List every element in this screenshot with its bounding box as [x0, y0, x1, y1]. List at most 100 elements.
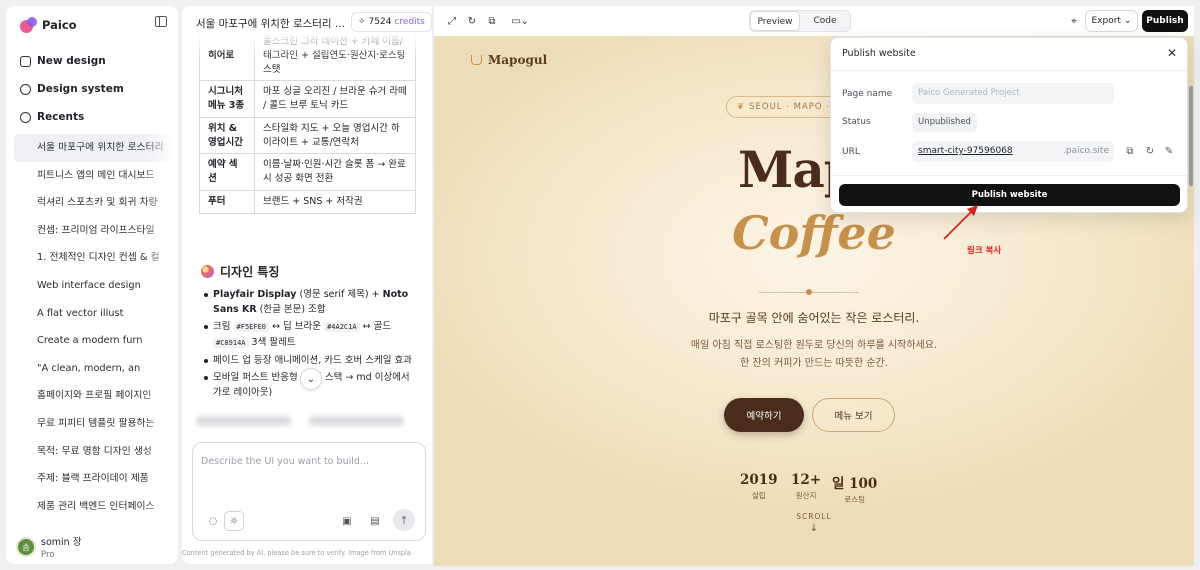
- table-cell-value: 이름·날짜·인원·시간 슬롯 폼 → 완료 시 성공 화면 전환: [254, 153, 416, 191]
- palette-emoji-icon: [201, 265, 214, 278]
- credits-badge[interactable]: ✧ 7524 credits: [351, 12, 432, 32]
- prompt-input[interactable]: Describe the UI you want to build... ◌ ☼…: [192, 442, 426, 541]
- design-system-label: Design system: [37, 83, 124, 95]
- recent-item[interactable]: A flat vector illust: [14, 300, 176, 328]
- divider-ornament: [759, 289, 859, 295]
- preview-scrollbar[interactable]: [1188, 80, 1194, 566]
- feature-table: 히어로 풀스크린 그라 데이션 + 카페 이름/태그라인 + 설립연도·원산지·로…: [199, 29, 416, 214]
- recent-item[interactable]: 피트니스 앱의 메인 대시보드: [14, 162, 176, 190]
- mode-toggle-icon[interactable]: ◌: [203, 511, 223, 531]
- dialog-title: Publish website: [842, 48, 916, 59]
- publish-website-button[interactable]: Publish website: [839, 184, 1180, 206]
- table-cell-key: 예약 섹션: [199, 153, 255, 191]
- hero-description: 매일 아침 직접 로스팅한 원두로 당신의 하루를 시작하세요. 한 잔의 커피…: [434, 337, 1194, 373]
- table-cell-value: 스타일화 지도 + 오늘 영업시간 하이라이트 + 교통/연락처: [254, 116, 416, 155]
- sidebar: Paico New design Design system Recents 서…: [6, 6, 178, 564]
- scroll-down-button[interactable]: ⌄: [300, 368, 322, 390]
- open-external-icon[interactable]: ⧉: [486, 15, 498, 27]
- user-profile[interactable]: 솜 somin 장 Pro: [16, 534, 81, 560]
- scrollbar-thumb[interactable]: [1189, 86, 1193, 186]
- stat-value: 2019: [740, 472, 778, 488]
- chat-title: 서울 마포구에 위치한 로스터리 ...: [196, 18, 345, 30]
- recent-item[interactable]: 컨셉: 프리미엄 라이프스타일: [14, 217, 176, 245]
- credits-value: 7524: [368, 17, 392, 27]
- table-cell-value: 브랜드 + SNS + 저작권: [254, 189, 416, 214]
- cursor-select-icon[interactable]: ⌖: [1068, 15, 1080, 27]
- device-select-icon[interactable]: ▭⌄: [510, 15, 530, 27]
- attach-file-icon[interactable]: ▤: [365, 511, 385, 531]
- recents-label: Recents: [37, 111, 85, 123]
- recent-item[interactable]: Create a modern furn: [14, 327, 176, 355]
- table-cell-value: 풀스크린 그라 데이션 + 카페 이름/태그라인 + 설립연도·원산지·로스팅 …: [254, 29, 416, 82]
- design-system-button[interactable]: Design system: [20, 83, 124, 95]
- blurred-content: [196, 416, 421, 430]
- sparkle-icon: ✧: [358, 17, 366, 27]
- view-tabs: Preview Code: [749, 10, 851, 32]
- recent-item[interactable]: 럭셔리 스포츠카 및 회귀 차량: [14, 189, 176, 217]
- bullet-text: 3색 팔레트: [251, 337, 296, 348]
- font-name: Playfair Display: [213, 289, 297, 300]
- chat-panel: 히어로 풀스크린 그라 데이션 + 카페 이름/태그라인 + 설립연도·원산지·로…: [182, 6, 432, 564]
- divider: [831, 70, 1187, 71]
- recent-item[interactable]: 서울 마포구에 위치한 로스터리: [14, 134, 176, 162]
- recent-item[interactable]: "A clean, modern, an: [14, 355, 176, 383]
- recent-item[interactable]: 홈페이지와 프로필 페이지인: [14, 382, 176, 410]
- image-upload-icon[interactable]: ▣: [337, 511, 357, 531]
- recent-item[interactable]: 제품 관리 백엔드 인터페이스: [14, 493, 176, 521]
- recent-item[interactable]: 목적: 무료 명함 디자인 생성: [14, 438, 176, 466]
- bullet-text: (영문 serif 제목) +: [296, 289, 383, 300]
- recents-header: Recents: [20, 111, 84, 123]
- url-field[interactable]: smart-city-97596068 .paico.site: [912, 141, 1114, 162]
- status-badge: Unpublished: [912, 113, 977, 132]
- close-icon[interactable]: ✕: [1167, 46, 1177, 60]
- menu-button[interactable]: 메뉴 보기: [812, 398, 895, 432]
- reserve-button[interactable]: 예약하기: [724, 398, 804, 432]
- page-name-field[interactable]: Paico Generated Project: [912, 83, 1114, 104]
- url-subdomain: smart-city-97596068: [918, 146, 1013, 156]
- paico-logo-icon: [20, 17, 37, 33]
- prompt-placeholder: Describe the UI you want to build...: [201, 456, 369, 467]
- user-plan: Pro: [41, 550, 55, 560]
- status-label: Status: [842, 117, 871, 127]
- annotation-label: 링크 복사: [967, 246, 1002, 256]
- chevron-down-icon: ⌄: [306, 373, 316, 385]
- tab-code[interactable]: Code: [800, 11, 850, 31]
- table-cell-key: 시그니처 메뉴 3종: [199, 80, 255, 118]
- description-line: 매일 아침 직접 로스팅한 원두로 당신의 하루를 시작하세요.: [690, 340, 938, 351]
- lightbulb-icon[interactable]: ☼: [224, 511, 244, 531]
- leaf-icon: ❦: [737, 102, 746, 112]
- edit-icon[interactable]: ✎: [1163, 145, 1175, 157]
- tab-preview[interactable]: Preview: [750, 11, 800, 31]
- edit-icon: [20, 55, 31, 67]
- regenerate-icon[interactable]: ↻: [1144, 145, 1156, 157]
- expand-icon[interactable]: ⤢: [446, 15, 458, 27]
- arrow-up-icon: ↑: [399, 513, 409, 527]
- user-name: somin 장: [41, 537, 82, 548]
- url-domain: .paico.site: [1062, 146, 1109, 156]
- recent-item[interactable]: 주제: 블랙 프라이데이 제품: [14, 465, 176, 493]
- color-code: #C8914A: [213, 338, 249, 348]
- recent-item[interactable]: 1. 전체적인 디자인 컨셉 & 컬: [14, 244, 176, 272]
- site-logo[interactable]: Mapogul: [471, 53, 547, 67]
- recent-item[interactable]: Web interface design: [14, 272, 176, 300]
- refresh-icon[interactable]: ↻: [466, 15, 478, 27]
- stat-roasting: 일 100 로스팅: [832, 472, 877, 505]
- export-button[interactable]: Export ⌄: [1085, 10, 1138, 32]
- avatar: 솜: [16, 537, 36, 557]
- copy-icon[interactable]: ⧉: [1124, 145, 1136, 157]
- annotation-arrow-icon: [943, 205, 978, 240]
- chevron-down-icon: ⌄: [1123, 16, 1132, 26]
- new-design-button[interactable]: New design: [20, 55, 106, 67]
- bullet-text: (한글 본문) 조합: [256, 304, 326, 315]
- table-cell-value: 마포 싱글 오리진 / 브라운 슈거 라떼 / 콜드 브루 토닉 카드: [254, 80, 416, 118]
- recent-item[interactable]: 무료 피피티 템플릿 팔용하는: [14, 410, 176, 438]
- divider: [831, 175, 1187, 176]
- table-row: 위치 & 영업시간 스타일화 지도 + 오늘 영업시간 하이라이트 + 교통/연락…: [199, 116, 416, 155]
- sidebar-collapse-icon[interactable]: [155, 16, 167, 27]
- publish-button[interactable]: Publish: [1142, 10, 1188, 32]
- send-button[interactable]: ↑: [393, 509, 415, 531]
- history-icon: [20, 111, 31, 123]
- brand[interactable]: Paico: [20, 17, 77, 33]
- bullet-text: 크림: [213, 321, 231, 332]
- url-label: URL: [842, 147, 860, 157]
